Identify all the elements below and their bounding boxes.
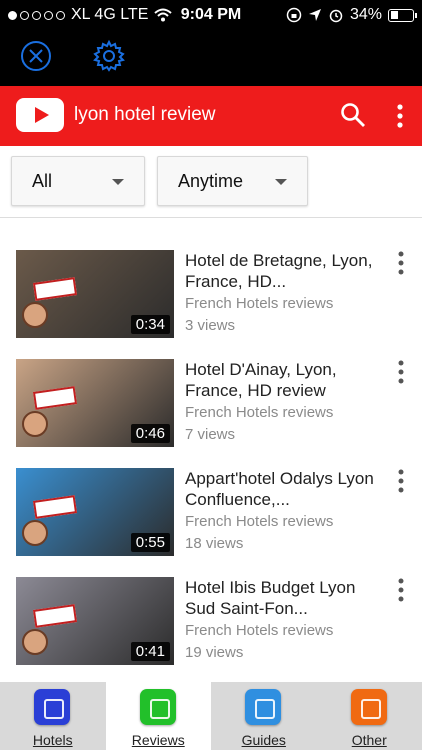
video-channel: French Hotels reviews <box>185 622 334 639</box>
type-filter-dropdown[interactable]: All <box>11 156 145 206</box>
tab-label: Guides <box>241 732 286 748</box>
battery-percent: 34% <box>349 6 382 23</box>
video-item[interactable]: 0:34 Hotel de Bretagne, Lyon, France, HD… <box>0 250 422 354</box>
rotation-lock-icon <box>286 7 302 23</box>
thumbnail-sign <box>32 604 78 628</box>
tab-other[interactable]: Other <box>317 682 422 750</box>
tab-reviews[interactable]: Reviews <box>105 682 211 750</box>
type-filter-value: All <box>32 171 53 191</box>
video-title[interactable]: Appart'hotel Odalys Lyon Confluence,... <box>185 468 380 510</box>
more-vertical-icon[interactable] <box>394 468 408 494</box>
video-title[interactable]: Hotel D'Ainay, Lyon, France, HD review <box>185 359 380 401</box>
hotels-icon <box>34 689 70 725</box>
chevron-down-icon <box>275 179 287 185</box>
video-channel: French Hotels reviews <box>185 295 334 312</box>
video-duration: 0:46 <box>130 424 170 443</box>
search-query[interactable]: lyon hotel review <box>74 104 216 126</box>
thumbnail-person <box>22 411 48 437</box>
date-filter-dropdown[interactable]: Anytime <box>157 156 308 206</box>
video-item[interactable]: 0:41 Hotel Ibis Budget Lyon Sud Saint-Fo… <box>0 577 422 681</box>
tab-label: Other <box>351 732 387 748</box>
video-duration: 0:41 <box>130 642 170 661</box>
video-duration: 0:34 <box>130 315 170 334</box>
video-info[interactable]: Hotel de Bretagne, Lyon, France, HD... F… <box>185 250 380 336</box>
status-bar: XL 4G LTE 9:04 PM 34% <box>0 0 422 32</box>
date-filter-value: Anytime <box>178 171 244 191</box>
more-vertical-icon[interactable] <box>392 102 408 130</box>
chevron-down-icon <box>112 179 124 185</box>
video-item[interactable]: 0:55 Appart'hotel Odalys Lyon Confluence… <box>0 468 422 572</box>
guides-icon <box>245 689 281 725</box>
video-info[interactable]: Hotel D'Ainay, Lyon, France, HD review F… <box>185 359 380 445</box>
thumbnail-sign <box>32 277 78 301</box>
thumbnail-sign <box>32 386 78 410</box>
thumbnail-person <box>22 302 48 328</box>
tab-label: Hotels <box>32 732 73 748</box>
video-info[interactable]: Appart'hotel Odalys Lyon Confluence,... … <box>185 468 380 554</box>
bottom-tab-bar: Hotels Reviews Guides Other <box>0 682 422 750</box>
video-views: 19 views <box>185 644 244 661</box>
status-right: 34% <box>286 6 417 24</box>
video-list: 0:34 Hotel de Bretagne, Lyon, France, HD… <box>0 218 422 682</box>
video-views: 18 views <box>185 535 244 552</box>
video-thumbnail[interactable]: 0:34 <box>16 250 174 338</box>
alarm-icon <box>329 9 343 23</box>
video-info[interactable]: Hotel Ibis Budget Lyon Sud Saint-Fon... … <box>185 577 380 663</box>
more-vertical-icon[interactable] <box>394 250 408 276</box>
youtube-search-bar: lyon hotel review <box>0 86 422 146</box>
video-views: 3 views <box>185 317 236 334</box>
other-icon <box>350 689 387 725</box>
youtube-logo[interactable] <box>16 98 64 132</box>
thumbnail-sign <box>32 495 78 519</box>
search-icon[interactable] <box>340 102 366 128</box>
reviews-icon <box>139 689 176 725</box>
location-icon <box>308 9 321 21</box>
filter-bar: All Anytime <box>0 146 422 218</box>
video-views: 7 views <box>185 426 236 443</box>
more-vertical-icon[interactable] <box>394 577 408 603</box>
video-thumbnail[interactable]: 0:55 <box>16 468 174 556</box>
video-channel: French Hotels reviews <box>185 513 334 530</box>
thumbnail-person <box>22 629 48 655</box>
tab-hotels[interactable]: Hotels <box>0 682 106 750</box>
video-title[interactable]: Hotel Ibis Budget Lyon Sud Saint-Fon... <box>185 577 380 619</box>
video-channel: French Hotels reviews <box>185 404 334 421</box>
thumbnail-person <box>22 520 48 546</box>
more-vertical-icon[interactable] <box>394 359 408 385</box>
app-toolbar <box>0 32 422 86</box>
close-circle-icon[interactable] <box>19 39 53 73</box>
tab-label: Reviews <box>131 732 185 748</box>
video-duration: 0:55 <box>130 533 170 552</box>
video-item[interactable]: 0:46 Hotel D'Ainay, Lyon, France, HD rev… <box>0 359 422 463</box>
battery-icon <box>388 8 417 22</box>
video-thumbnail[interactable]: 0:41 <box>16 577 174 665</box>
gear-icon[interactable] <box>92 39 126 73</box>
video-thumbnail[interactable]: 0:46 <box>16 359 174 447</box>
video-title[interactable]: Hotel de Bretagne, Lyon, France, HD... <box>185 250 380 292</box>
tab-guides[interactable]: Guides <box>211 682 317 750</box>
